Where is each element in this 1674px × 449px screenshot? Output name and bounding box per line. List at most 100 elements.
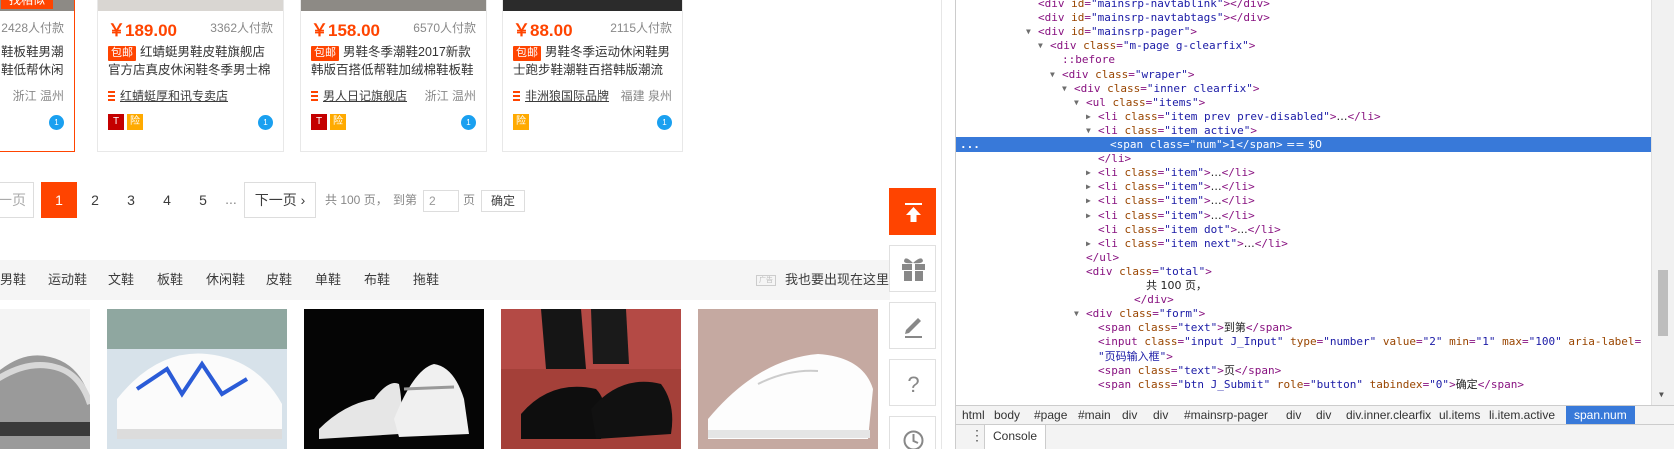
breadcrumb-item[interactable]: div bbox=[1286, 406, 1301, 424]
prev-page-button[interactable]: 一页 bbox=[0, 182, 34, 218]
shop-link[interactable]: 非洲狼国际品牌 bbox=[513, 87, 609, 104]
expand-triangle-icon[interactable]: ▶ bbox=[1086, 236, 1096, 251]
dom-node[interactable]: <input class="input J_Input" type="numbe… bbox=[956, 334, 1651, 349]
dom-node-selected[interactable]: ... <span class="num">1</span> == $0 bbox=[956, 137, 1651, 152]
category-link[interactable]: 拖鞋 bbox=[413, 260, 439, 300]
insurance-icon[interactable]: 险 bbox=[127, 114, 143, 130]
product-title[interactable]: 包邮 红蜻蜓男鞋皮鞋旗舰店 bbox=[108, 43, 275, 61]
page-2-button[interactable]: 2 bbox=[77, 182, 113, 218]
help-button[interactable]: ? bbox=[889, 359, 936, 406]
collapse-triangle-icon[interactable]: ▼ bbox=[1050, 67, 1060, 82]
dom-node[interactable]: <div id="mainsrp-navtabtags"></div> bbox=[956, 10, 1651, 25]
elements-scrollbar[interactable]: ▼ bbox=[1651, 0, 1674, 405]
dom-node[interactable]: ▼ <div class="inner clearfix"> bbox=[956, 81, 1651, 96]
dom-node[interactable]: ▼ <div class="m-page g-clearfix"> bbox=[956, 38, 1651, 53]
product-card[interactable]: ￥158.00 6570人付款 包邮 男鞋冬季潮鞋2017新款 韩版百搭低帮鞋加绒… bbox=[300, 0, 487, 152]
product-title[interactable]: 士跑步鞋潮鞋百搭韩版潮流 bbox=[513, 61, 674, 79]
dom-node[interactable]: </div> bbox=[956, 292, 1651, 307]
dom-node[interactable]: ::before bbox=[956, 52, 1651, 67]
expand-triangle-icon[interactable]: ▶ bbox=[1086, 193, 1096, 208]
page-4-button[interactable]: 4 bbox=[149, 182, 185, 218]
dom-node[interactable]: <span class="text">页</span> bbox=[956, 363, 1651, 378]
product-card[interactable]: ￥189.00 3362人付款 包邮 红蜻蜓男鞋皮鞋旗舰店 官方店真皮休闲鞋冬季男… bbox=[97, 0, 284, 152]
breadcrumb-item[interactable]: div bbox=[1122, 406, 1137, 424]
dom-node[interactable]: </ul> bbox=[956, 250, 1651, 265]
next-page-button[interactable]: 下一页 › bbox=[244, 182, 316, 218]
confirm-jump-button[interactable]: 确定 bbox=[481, 190, 525, 212]
breadcrumb-item[interactable]: #mainsrp-pager bbox=[1184, 406, 1268, 424]
shop-link[interactable]: 男人日记旗舰店 bbox=[311, 87, 407, 104]
dom-node[interactable]: ▶ <li class="item">…</li> bbox=[956, 165, 1651, 180]
history-button[interactable] bbox=[889, 416, 936, 449]
category-link[interactable]: 皮鞋 bbox=[266, 260, 292, 300]
collapse-triangle-icon[interactable]: ▼ bbox=[1026, 24, 1036, 39]
dom-node[interactable]: ▶ <li class="item prev prev-disabled">…</… bbox=[956, 109, 1651, 124]
more-options-icon[interactable]: ⋮ bbox=[970, 428, 984, 442]
page-3-button[interactable]: 3 bbox=[113, 182, 149, 218]
node-actions-icon[interactable]: ... bbox=[960, 137, 980, 152]
collapse-triangle-icon[interactable]: ▼ bbox=[1074, 95, 1084, 110]
insurance-icon[interactable]: 险 bbox=[513, 114, 529, 130]
dom-node[interactable]: <span class="btn J_Submit" role="button"… bbox=[956, 377, 1651, 392]
dom-node[interactable]: ▼ <li class="item active"> bbox=[956, 123, 1651, 138]
category-link[interactable]: 运动鞋 bbox=[48, 260, 87, 300]
product-image[interactable] bbox=[0, 309, 90, 449]
page-1-button[interactable]: 1 bbox=[41, 182, 77, 218]
dom-node[interactable]: <span class="text">到第</span> bbox=[956, 320, 1651, 335]
breadcrumb-item[interactable]: div.inner.clearfix bbox=[1346, 406, 1431, 424]
breadcrumb-item[interactable]: div bbox=[1153, 406, 1168, 424]
collapse-triangle-icon[interactable]: ▼ bbox=[1038, 38, 1048, 53]
tmall-icon[interactable]: T bbox=[108, 114, 124, 130]
find-similar-tag[interactable]: 找相似 bbox=[1, 0, 54, 9]
wangwang-chat-icon[interactable]: 1 bbox=[49, 115, 64, 130]
scroll-down-icon[interactable]: ▼ bbox=[1659, 390, 1664, 399]
expand-triangle-icon[interactable]: ▶ bbox=[1086, 179, 1096, 194]
page-scrollbar[interactable] bbox=[941, 0, 942, 449]
dom-node[interactable]: ▶ <li class="item next">…</li> bbox=[956, 236, 1651, 251]
dom-node[interactable]: ▼ <div class="form"> bbox=[956, 306, 1651, 321]
wangwang-chat-icon[interactable]: 1 bbox=[258, 115, 273, 130]
product-card[interactable]: ￥88.00 2115人付款 包邮 男鞋冬季运动休闲鞋男 士跑步鞋潮鞋百搭韩版潮流… bbox=[502, 0, 683, 152]
expand-triangle-icon[interactable]: ▶ bbox=[1086, 109, 1096, 124]
tmall-icon[interactable]: T bbox=[311, 114, 327, 130]
expand-triangle-icon[interactable]: ▶ bbox=[1086, 165, 1096, 180]
dom-node[interactable]: "页码输入框"> bbox=[956, 349, 1651, 364]
product-title[interactable]: 韩版百搭低帮鞋加绒棉鞋板鞋 bbox=[311, 61, 478, 79]
category-link[interactable]: 男鞋 bbox=[0, 260, 26, 300]
dom-node[interactable]: </li> bbox=[956, 151, 1651, 166]
breadcrumb-item[interactable]: #page bbox=[1034, 406, 1067, 424]
product-title[interactable]: 鞋板鞋男潮 bbox=[1, 43, 66, 61]
breadcrumb-item[interactable]: #main bbox=[1078, 406, 1111, 424]
dom-node[interactable]: ▼ <div class="wraper"> bbox=[956, 67, 1651, 82]
tab-console[interactable]: Console bbox=[984, 425, 1047, 449]
breadcrumb-item[interactable]: ul.items bbox=[1439, 406, 1480, 424]
expand-triangle-icon[interactable]: ▶ bbox=[1086, 208, 1096, 223]
dom-node[interactable]: ▶ <li class="item">…</li> bbox=[956, 208, 1651, 223]
feedback-button[interactable] bbox=[889, 302, 936, 349]
product-image[interactable] bbox=[107, 309, 287, 449]
product-title[interactable]: 官方店真皮休闲鞋冬季男士棉 bbox=[108, 61, 275, 79]
dom-node[interactable]: ▶ <li class="item">…</li> bbox=[956, 179, 1651, 194]
product-image[interactable] bbox=[304, 309, 484, 449]
dom-node[interactable]: <div class="total"> bbox=[956, 264, 1651, 279]
breadcrumb-item[interactable]: span.num bbox=[1566, 406, 1635, 424]
category-link[interactable]: 布鞋 bbox=[364, 260, 390, 300]
dom-node[interactable]: ▼ <ul class="items"> bbox=[956, 95, 1651, 110]
page-5-button[interactable]: 5 bbox=[185, 182, 221, 218]
page-jump-input[interactable]: 2 bbox=[423, 190, 459, 212]
dom-node[interactable]: 共 100 页， bbox=[956, 278, 1651, 293]
product-image[interactable] bbox=[698, 309, 878, 449]
insurance-icon[interactable]: 险 bbox=[330, 114, 346, 130]
dom-node[interactable]: ▼ <div id="mainsrp-pager"> bbox=[956, 24, 1651, 39]
category-link[interactable]: 板鞋 bbox=[157, 260, 183, 300]
category-link[interactable]: 单鞋 bbox=[315, 260, 341, 300]
back-to-top-button[interactable] bbox=[889, 188, 936, 235]
dom-node[interactable]: ▶ <li class="item">…</li> bbox=[956, 193, 1651, 208]
scrollbar-thumb[interactable] bbox=[1658, 270, 1668, 336]
product-title[interactable]: 包邮 男鞋冬季运动休闲鞋男 bbox=[513, 43, 674, 61]
product-image[interactable] bbox=[501, 309, 681, 449]
collapse-triangle-icon[interactable]: ▼ bbox=[1086, 123, 1096, 138]
product-title[interactable]: 包邮 男鞋冬季潮鞋2017新款 bbox=[311, 43, 478, 61]
breadcrumb-item[interactable]: html bbox=[962, 406, 985, 424]
shop-link[interactable]: 红蜻蜓厚和讯专卖店 bbox=[108, 87, 228, 104]
